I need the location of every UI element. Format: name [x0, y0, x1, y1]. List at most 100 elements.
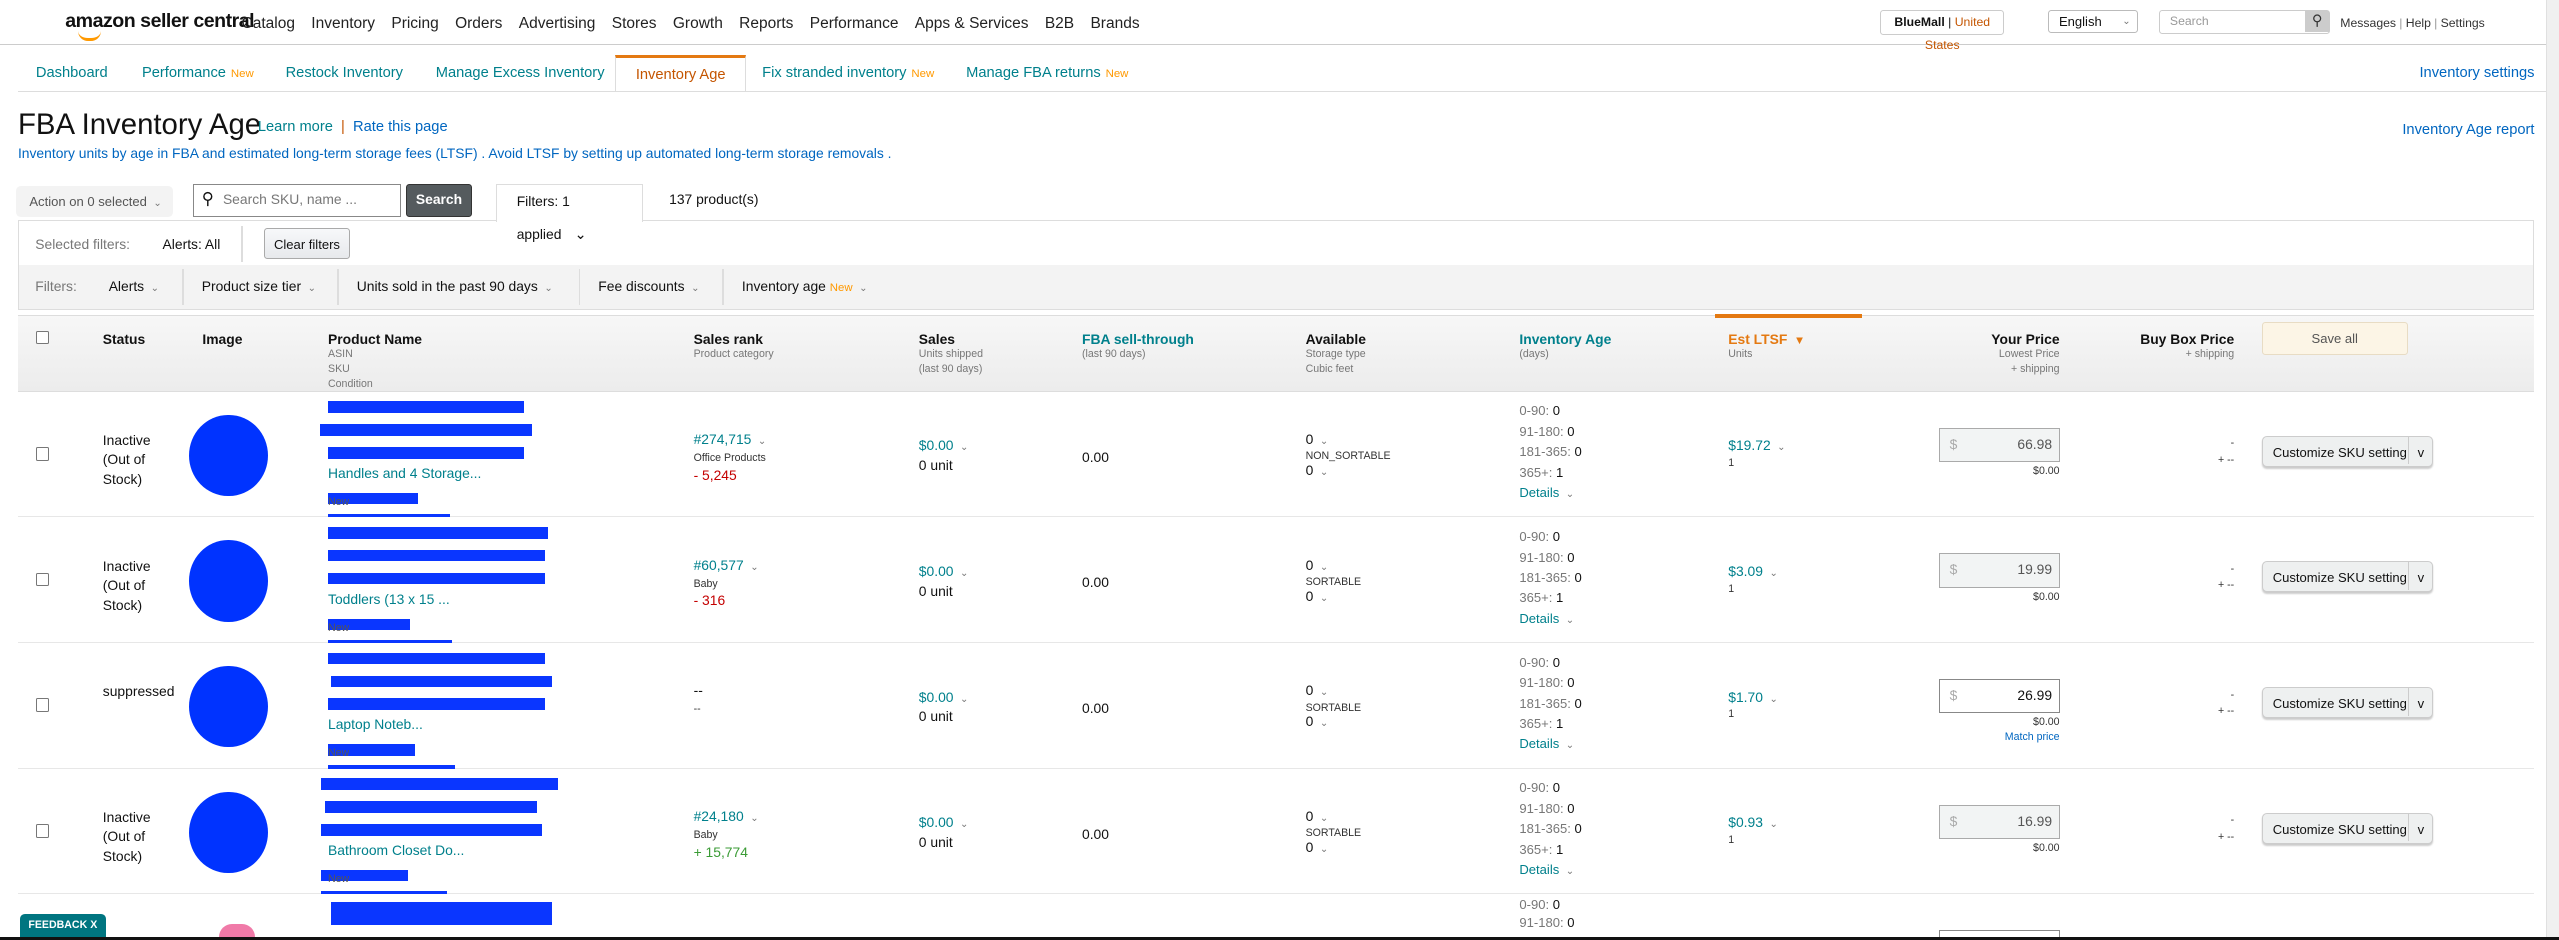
nav-advertising[interactable]: Advertising — [519, 15, 596, 33]
col-product[interactable]: Product Name ASIN SKU Condition — [328, 331, 422, 391]
help-link[interactable]: Help — [2406, 16, 2431, 30]
cubic-feet[interactable]: 0 ⌄ — [1306, 839, 1328, 855]
bulk-action-dropdown[interactable]: Action on 0 selected ⌄ — [16, 186, 173, 218]
customize-sku-button[interactable]: Customize SKU setting v — [2261, 561, 2434, 593]
nav-reports[interactable]: Reports — [739, 15, 793, 33]
chevron-down-icon[interactable]: v — [2408, 813, 2432, 842]
row-checkbox[interactable] — [35, 824, 50, 838]
customize-sku-button[interactable]: Customize SKU setting v — [2261, 435, 2434, 467]
col-sell-through[interactable]: FBA sell-through (last 90 days) — [1082, 331, 1194, 362]
close-icon[interactable]: X — [90, 919, 97, 931]
nav-stores[interactable]: Stores — [612, 15, 657, 33]
feedback-button[interactable]: FEEDBACK X — [19, 913, 107, 937]
tab-manage-excess-inventory[interactable]: Manage Excess Inventory — [436, 65, 605, 81]
customize-sku-button[interactable]: Customize SKU setting v — [2261, 812, 2434, 844]
sales-value[interactable]: $0.00 ⌄ — [919, 689, 968, 705]
filter-product-size-tier[interactable]: Product size tier ⌄ — [202, 278, 316, 294]
account-switcher[interactable]: BlueMall | United States — [1880, 9, 2005, 52]
nav-performance[interactable]: Performance — [810, 15, 899, 33]
sales-value[interactable]: $0.00 ⌄ — [919, 437, 968, 453]
chevron-down-icon[interactable]: v — [2408, 562, 2432, 591]
match-price-link[interactable]: Match price — [2005, 731, 2060, 743]
details-link[interactable]: Details ⌄ — [1519, 860, 1581, 882]
customize-sku-button[interactable]: Customize SKU setting v — [2261, 687, 2434, 719]
product-name-link[interactable]: Toddlers (13 x 15 ... — [328, 591, 450, 607]
messages-link[interactable]: Messages — [2340, 16, 2396, 30]
est-ltsf[interactable]: $0.93 ⌄ — [1728, 814, 1777, 830]
chevron-down-icon[interactable]: v — [2408, 436, 2432, 465]
sales-value[interactable]: $0.00 ⌄ — [919, 814, 968, 830]
tab-manage-fba-returns[interactable]: Manage FBA returns New — [966, 65, 1128, 81]
chevron-down-icon[interactable]: v — [2408, 688, 2432, 716]
col-available[interactable]: Available Storage type Cubic feet — [1306, 331, 1366, 376]
nav-growth[interactable]: Growth — [673, 15, 723, 33]
filter-units-sold-in-the-past-90-days[interactable]: Units sold in the past 90 days ⌄ — [357, 278, 553, 294]
select-all-checkbox[interactable] — [35, 330, 50, 345]
language-select[interactable]: English ⌄ — [2048, 9, 2138, 33]
row-checkbox[interactable] — [35, 572, 50, 587]
cubic-feet[interactable]: 0 ⌄ — [1306, 462, 1328, 478]
details-link[interactable]: Details ⌄ — [1519, 609, 1581, 631]
learn-more-link[interactable]: Learn more — [258, 119, 333, 135]
est-ltsf[interactable]: $1.70 ⌄ — [1728, 689, 1777, 705]
available-units[interactable]: 0 ⌄ — [1306, 431, 1328, 447]
rate-page-link[interactable]: Rate this page — [353, 119, 448, 135]
row-checkbox[interactable] — [35, 447, 50, 461]
product-image[interactable] — [189, 665, 268, 748]
tab-fix-stranded-inventory[interactable]: Fix stranded inventory New — [762, 65, 934, 81]
cubic-feet[interactable]: 0 ⌄ — [1306, 713, 1328, 729]
est-ltsf[interactable]: $3.09 ⌄ — [1728, 563, 1777, 579]
sales-value[interactable]: $0.00 ⌄ — [919, 563, 968, 579]
logo[interactable]: amazon seller central — [65, 10, 255, 41]
sales-rank[interactable]: #24,180 ⌄ — [694, 808, 759, 824]
nav-inventory[interactable]: Inventory — [311, 15, 375, 33]
product-image[interactable] — [189, 791, 268, 874]
nav-b2b[interactable]: B2B — [1045, 15, 1074, 33]
search-icon[interactable]: ⚲ — [2305, 10, 2330, 32]
filter-fee-discounts[interactable]: Fee discounts ⌄ — [598, 278, 699, 294]
tab-restock-inventory[interactable]: Restock Inventory — [286, 65, 403, 81]
details-link[interactable]: Details ⌄ — [1519, 734, 1581, 756]
product-image[interactable] — [189, 414, 268, 497]
col-sales-rank[interactable]: Sales rank Product category — [694, 331, 774, 362]
col-buy-box-price[interactable]: Buy Box Price + shipping — [2140, 331, 2234, 362]
product-image[interactable] — [189, 540, 268, 622]
tab-performance[interactable]: Performance New — [142, 65, 254, 81]
available-units[interactable]: 0 ⌄ — [1306, 557, 1328, 573]
nav-brands[interactable]: Brands — [1090, 15, 1139, 33]
nav-orders[interactable]: Orders — [455, 15, 502, 33]
tab-dashboard[interactable]: Dashboard — [36, 65, 108, 81]
cubic-feet[interactable]: 0 ⌄ — [1306, 588, 1328, 604]
row-checkbox[interactable] — [35, 698, 50, 712]
vertical-scrollbar[interactable] — [2545, 0, 2559, 937]
clear-filters-button[interactable]: Clear filters — [263, 227, 351, 259]
price-input[interactable]: $ — [1938, 930, 2060, 937]
sales-rank[interactable]: #274,715 ⌄ — [694, 431, 767, 447]
available-units[interactable]: 0 ⌄ — [1306, 682, 1328, 698]
col-inventory-age[interactable]: Inventory Age (days) — [1519, 331, 1611, 362]
sku-search-input[interactable]: ⚲ Search SKU, name ... — [192, 184, 402, 218]
save-all-button[interactable]: Save all — [2261, 322, 2408, 356]
product-name-link[interactable]: Laptop Noteb... — [328, 716, 423, 732]
nav-catalog[interactable]: Catalog — [242, 15, 295, 33]
inventory-age-report-link[interactable]: Inventory Age report — [2402, 122, 2534, 138]
nav-apps-services[interactable]: Apps & Services — [915, 15, 1029, 33]
search-button[interactable]: Search — [406, 184, 472, 218]
nav-pricing[interactable]: Pricing — [391, 15, 438, 33]
available-units[interactable]: 0 ⌄ — [1306, 808, 1328, 824]
inventory-settings-link[interactable]: Inventory settings — [2419, 65, 2534, 81]
settings-link[interactable]: Settings — [2441, 16, 2485, 30]
col-est-ltsf[interactable]: Est LTSF ▼ Units — [1728, 331, 1805, 362]
col-your-price[interactable]: Your Price Lowest Price + shipping — [1991, 331, 2059, 376]
product-name-link[interactable]: Bathroom Closet Do... — [328, 842, 464, 858]
product-image[interactable] — [218, 923, 255, 937]
sales-rank[interactable]: #60,577 ⌄ — [694, 557, 759, 573]
filters-toggle[interactable]: Filters: 1 applied ⌄ — [496, 184, 643, 243]
col-sales[interactable]: Sales Units shipped (last 90 days) — [919, 331, 983, 376]
filter-alerts[interactable]: Alerts ⌄ — [109, 278, 159, 294]
price-input[interactable]: $26.99 — [1938, 678, 2060, 714]
tab-inventory-age[interactable]: Inventory Age — [615, 55, 747, 92]
global-search-input[interactable]: Search ⚲ — [2159, 9, 2331, 35]
product-name-link[interactable]: Handles and 4 Storage... — [328, 465, 481, 481]
details-link[interactable]: Details ⌄ — [1519, 483, 1581, 505]
